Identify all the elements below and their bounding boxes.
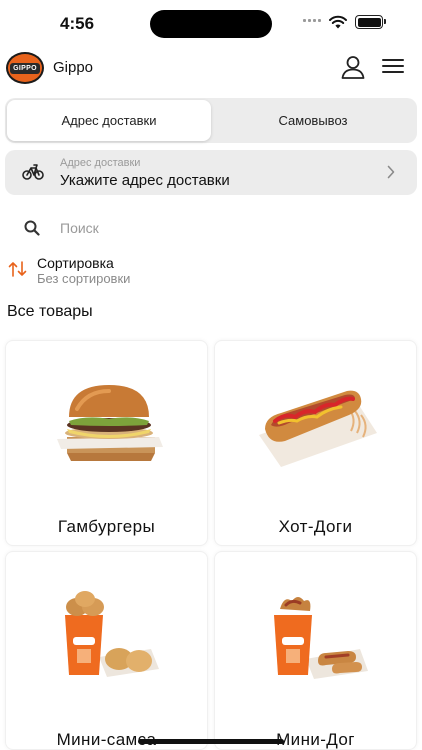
address-label: Адрес доставки (60, 157, 141, 169)
brand-name: Gippo (53, 59, 94, 76)
search-input[interactable] (60, 217, 390, 239)
product-card[interactable]: Хот-Доги (214, 340, 417, 546)
section-title: Все товары (7, 303, 93, 320)
brand-logo[interactable]: GIPPO (6, 52, 44, 84)
battery-icon (355, 15, 386, 29)
dynamic-island (150, 10, 272, 38)
cellular-signal-icon (303, 19, 321, 22)
app-header: GIPPO Gippo (0, 50, 422, 86)
sort-arrows-icon (8, 261, 27, 277)
status-bar: 4:56 (0, 0, 422, 46)
hamburger-menu-icon[interactable] (382, 59, 404, 77)
search-bar (5, 215, 417, 241)
bicycle-icon (22, 164, 44, 180)
home-indicator[interactable] (138, 739, 284, 744)
sort-value: Без сортировки (37, 271, 131, 286)
tab-delivery[interactable]: Адрес доставки (7, 100, 211, 141)
mini-dog-image (215, 552, 416, 717)
burger-image (6, 341, 207, 506)
status-time: 4:56 (60, 14, 95, 33)
logo-text: GIPPO (10, 62, 40, 74)
wifi-icon (329, 15, 347, 29)
profile-icon[interactable] (340, 54, 366, 80)
product-card[interactable]: Мини-Дог (214, 551, 417, 750)
product-card[interactable]: Гамбургеры (5, 340, 208, 546)
sort-title: Сортировка (37, 255, 114, 271)
product-name: Гамбургеры (57, 517, 156, 536)
chevron-right-icon (387, 165, 395, 179)
search-icon (24, 220, 40, 236)
product-name: Хот-Доги (278, 517, 353, 536)
tab-pickup[interactable]: Самовывоз (211, 100, 415, 141)
mini-samsa-image (6, 552, 207, 717)
delivery-mode-toggle: Адрес доставки Самовывоз (5, 98, 417, 143)
address-selector[interactable]: Адрес доставки Укажите адрес доставки (5, 150, 417, 195)
address-value: Укажите адрес доставки (60, 172, 230, 189)
hotdog-image (215, 341, 416, 506)
product-card[interactable]: Мини-самса (5, 551, 208, 750)
sort-selector[interactable]: Сортировка Без сортировки (5, 253, 205, 287)
